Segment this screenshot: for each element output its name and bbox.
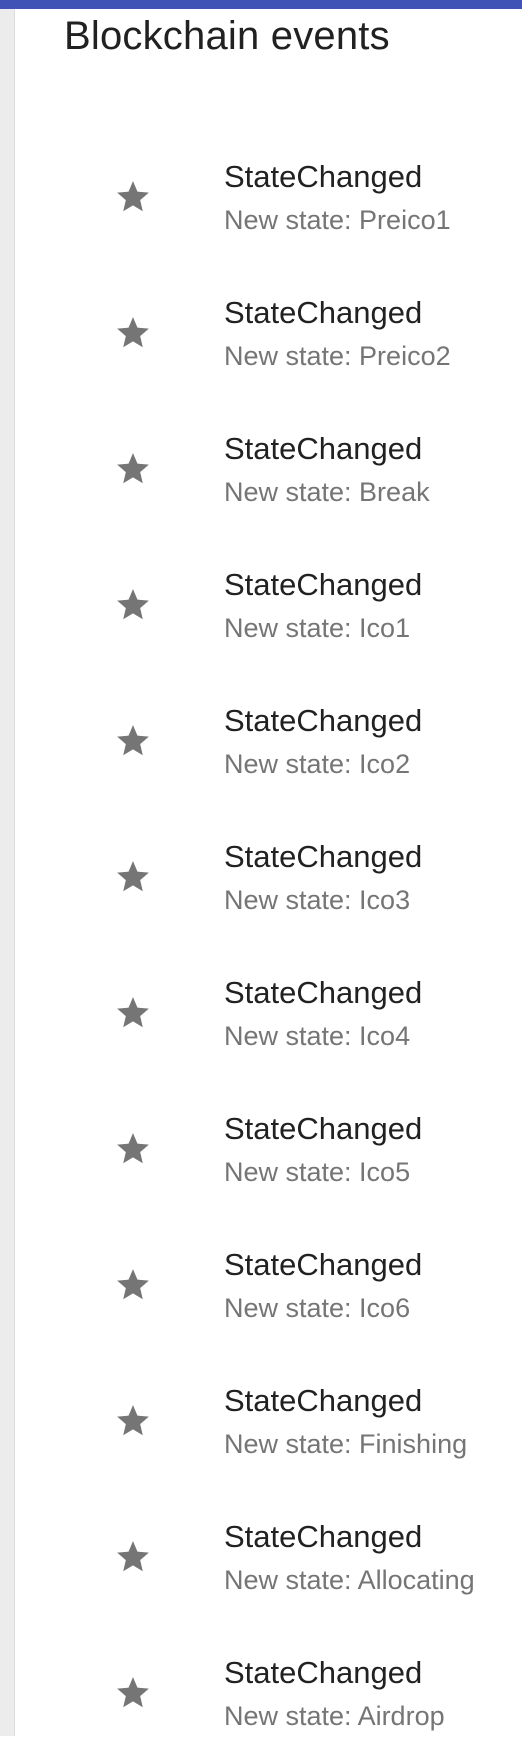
list-item[interactable]: StateChanged New state: Ico2 xyxy=(15,670,522,806)
event-name: StateChanged xyxy=(224,1655,423,1690)
event-name: StateChanged xyxy=(224,839,423,874)
list-item[interactable]: StateChanged New state: Preico1 xyxy=(15,126,522,262)
list-item[interactable]: StateChanged New state: Ico5 xyxy=(15,1078,522,1214)
event-name: StateChanged xyxy=(224,1383,423,1418)
list-item[interactable]: StateChanged New state: Break xyxy=(15,398,522,534)
event-list: StateChanged New state: Preico1 StateCha… xyxy=(15,126,522,1758)
event-name: StateChanged xyxy=(224,295,423,330)
star-icon xyxy=(117,589,149,620)
star-icon xyxy=(117,1677,149,1708)
star-icon xyxy=(117,181,149,212)
event-description: New state: Ico5 xyxy=(224,1157,411,1187)
event-description: New state: Preico1 xyxy=(224,205,451,235)
star-icon xyxy=(117,453,149,484)
list-item[interactable]: StateChanged New state: Airdrop xyxy=(15,1622,522,1758)
list-item[interactable]: StateChanged New state: Allocating xyxy=(15,1486,522,1622)
list-item[interactable]: StateChanged New state: Ico3 xyxy=(15,806,522,942)
event-description: New state: Break xyxy=(224,477,430,507)
star-icon xyxy=(117,861,149,892)
star-icon xyxy=(117,1405,149,1436)
page-title: Blockchain events xyxy=(64,14,390,58)
event-name: StateChanged xyxy=(224,975,423,1010)
app-bar xyxy=(0,0,522,9)
list-item[interactable]: StateChanged New state: Finishing xyxy=(15,1350,522,1486)
event-description: New state: Finishing xyxy=(224,1429,468,1459)
event-description: New state: Ico6 xyxy=(224,1293,411,1323)
event-name: StateChanged xyxy=(224,1247,423,1282)
star-icon xyxy=(117,1541,149,1572)
event-description: New state: Allocating xyxy=(224,1565,475,1595)
star-icon xyxy=(117,997,149,1028)
side-drawer-edge xyxy=(0,9,15,1736)
star-icon xyxy=(117,317,149,348)
list-item[interactable]: StateChanged New state: Ico1 xyxy=(15,534,522,670)
list-item[interactable]: StateChanged New state: Ico4 xyxy=(15,942,522,1078)
event-description: New state: Ico4 xyxy=(224,1021,411,1051)
event-description: New state: Airdrop xyxy=(224,1701,445,1731)
event-name: StateChanged xyxy=(224,1111,423,1146)
list-item[interactable]: StateChanged New state: Preico2 xyxy=(15,262,522,398)
event-name: StateChanged xyxy=(224,703,423,738)
event-name: StateChanged xyxy=(224,431,423,466)
event-description: New state: Ico2 xyxy=(224,749,411,779)
event-name: StateChanged xyxy=(224,1519,423,1554)
event-name: StateChanged xyxy=(224,567,423,602)
star-icon xyxy=(117,1269,149,1300)
event-name: StateChanged xyxy=(224,159,423,194)
star-icon xyxy=(117,725,149,756)
list-item[interactable]: StateChanged New state: Ico6 xyxy=(15,1214,522,1350)
event-description: New state: Ico1 xyxy=(224,613,411,643)
event-description: New state: Preico2 xyxy=(224,341,451,371)
star-icon xyxy=(117,1133,149,1164)
event-description: New state: Ico3 xyxy=(224,885,411,915)
